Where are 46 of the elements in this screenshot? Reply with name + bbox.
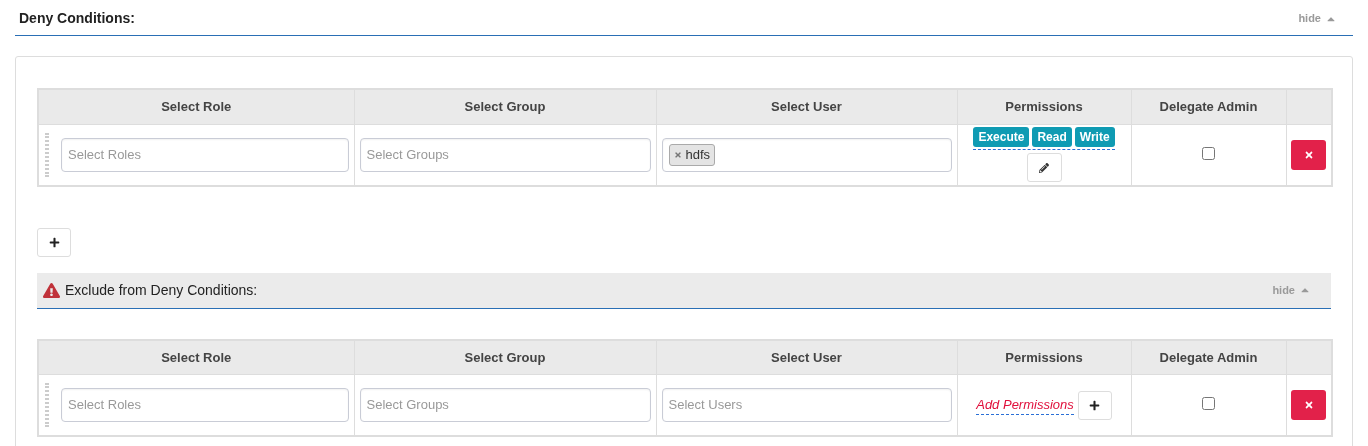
column-header: Select Role: [38, 89, 354, 124]
exclude-title: Exclude from Deny Conditions:: [65, 280, 258, 300]
select-field[interactable]: Select Users: [661, 388, 952, 422]
column-header: Delegate Admin: [1131, 89, 1286, 124]
permission-badge: Write: [1074, 127, 1115, 147]
close-icon: [1303, 400, 1314, 410]
plus-icon: [48, 236, 60, 248]
field-placeholder: Select Groups: [366, 145, 449, 164]
select-field[interactable]: Select Groups: [359, 137, 651, 172]
delegate-admin-checkbox[interactable]: [1202, 146, 1215, 160]
tag-label: hdfs: [685, 145, 711, 164]
remove-icon[interactable]: [673, 150, 682, 159]
hide-toggle[interactable]: hide: [1272, 281, 1311, 299]
section-title: Deny Conditions:: [19, 9, 135, 28]
close-icon: [1303, 149, 1314, 160]
edit-button[interactable]: [1026, 153, 1062, 182]
drag-handle[interactable]: [45, 383, 49, 427]
field-placeholder: Select Users: [668, 396, 743, 415]
drag-handle[interactable]: [45, 132, 49, 177]
select-field[interactable]: Select Groups: [359, 388, 651, 422]
delete-button[interactable]: [1291, 390, 1327, 420]
column-header: Delegate Admin: [1131, 339, 1286, 375]
column-header: Select Role: [38, 339, 354, 375]
plus-icon: [1089, 399, 1101, 411]
add-permissions-link[interactable]: Add Permissions: [976, 394, 1074, 416]
hide-toggle[interactable]: hide: [1298, 10, 1337, 27]
add-permission-button[interactable]: [1077, 390, 1112, 420]
add-row-button[interactable]: [37, 227, 71, 257]
select-field[interactable]: Select Roles: [61, 137, 349, 172]
permission-badge: Execute: [973, 127, 1030, 147]
column-header: Select User: [656, 339, 957, 375]
select-field[interactable]: Select Roles: [61, 388, 349, 422]
field-placeholder: Select Roles: [68, 396, 141, 415]
delete-button[interactable]: [1291, 139, 1327, 170]
delegate-admin-checkbox[interactable]: [1202, 397, 1215, 410]
field-placeholder: Select Groups: [366, 396, 449, 415]
column-header: Select User: [656, 89, 957, 124]
column-header: Select Group: [354, 89, 656, 124]
warning-icon: [43, 281, 60, 299]
field-placeholder: Select Roles: [68, 145, 141, 164]
permission-badge: Read: [1032, 127, 1072, 147]
pencil-icon: [1039, 162, 1049, 173]
column-header: Select Group: [354, 339, 656, 375]
select-field[interactable]: hdfs: [661, 137, 952, 172]
column-header: Permissions: [957, 339, 1131, 375]
column-header: Permissions: [957, 89, 1131, 124]
